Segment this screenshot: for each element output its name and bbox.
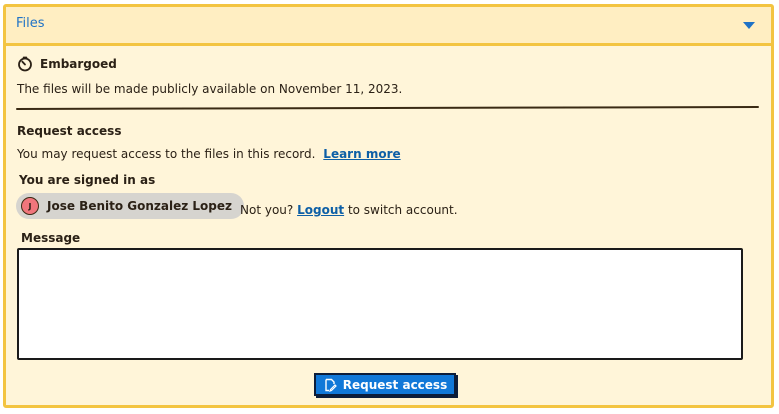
files-title: Files — [16, 16, 45, 31]
message-textarea[interactable] — [17, 248, 743, 360]
embargo-status: Embargoed — [17, 56, 117, 72]
request-access-heading: Request access — [17, 124, 122, 138]
logout-link[interactable]: Logout — [297, 203, 344, 217]
request-access-description-row: You may request access to the files in t… — [17, 147, 401, 161]
section-divider — [15, 106, 760, 110]
switch-account-row: Not you? Logout to switch account. — [240, 203, 458, 217]
request-access-button-label: Request access — [342, 377, 448, 392]
request-access-description: You may request access to the files in t… — [17, 147, 316, 161]
avatar: J — [21, 197, 39, 215]
learn-more-link[interactable]: Learn more — [323, 147, 400, 161]
user-chip: J Jose Benito Gonzalez Lopez — [16, 193, 245, 219]
switch-account-text: to switch account. — [347, 203, 458, 217]
caret-down-icon[interactable] — [743, 22, 755, 29]
signed-in-heading: You are signed in as — [19, 173, 156, 187]
clock-timer-icon — [18, 56, 32, 72]
request-access-button[interactable]: Request access — [314, 373, 456, 396]
user-name: Jose Benito Gonzalez Lopez — [47, 199, 233, 213]
embargo-title: Embargoed — [40, 57, 117, 71]
embargo-message: The files will be made publicly availabl… — [17, 82, 403, 96]
message-label: Message — [21, 231, 81, 245]
edit-file-icon — [325, 378, 337, 392]
not-you-text: Not you? — [240, 203, 294, 217]
files-panel: Files Embargoed The files will be made p… — [3, 4, 774, 408]
files-header[interactable]: Files — [6, 7, 771, 46]
